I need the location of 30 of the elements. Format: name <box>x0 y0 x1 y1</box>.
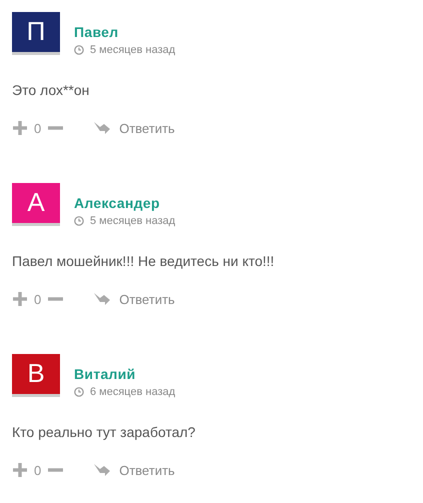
upvote-button[interactable] <box>12 291 28 307</box>
upvote-button[interactable] <box>12 120 28 136</box>
avatar: А <box>12 183 60 226</box>
vote-count: 0 <box>34 462 42 478</box>
avatar: В <box>12 354 60 397</box>
clock-icon <box>74 387 84 397</box>
reply-button[interactable]: Ответить <box>93 462 175 478</box>
comment-time: 6 месяцев назад <box>90 386 176 398</box>
arrow-icon <box>93 292 112 306</box>
author-name: Павел <box>74 24 120 40</box>
vote-count: 0 <box>34 292 42 306</box>
comment-time: 5 месяцев назад <box>90 44 176 56</box>
comment-text: Это лох**он <box>12 82 90 98</box>
upvote-button[interactable] <box>12 462 28 478</box>
avatar: П <box>12 12 60 55</box>
plus-icon <box>12 120 28 136</box>
comment-time: 5 месяцев назад <box>90 215 176 227</box>
plus-icon <box>12 462 28 478</box>
author-name: Виталий <box>74 366 137 382</box>
comment-text: Кто реально тут заработал? <box>12 424 196 440</box>
reply-button[interactable]: Ответить <box>93 120 175 136</box>
arrow-icon <box>93 463 112 477</box>
clock-icon <box>74 45 84 55</box>
plus-icon <box>12 291 28 307</box>
arrow-icon <box>93 121 112 135</box>
author-name: Александер <box>74 195 161 211</box>
reply-button[interactable]: Ответить <box>93 292 175 306</box>
comment-text: Павел мошейник!!! Не ведитесь ни кто!!! <box>12 253 276 269</box>
vote-count: 0 <box>34 120 42 136</box>
clock-icon <box>74 216 84 226</box>
